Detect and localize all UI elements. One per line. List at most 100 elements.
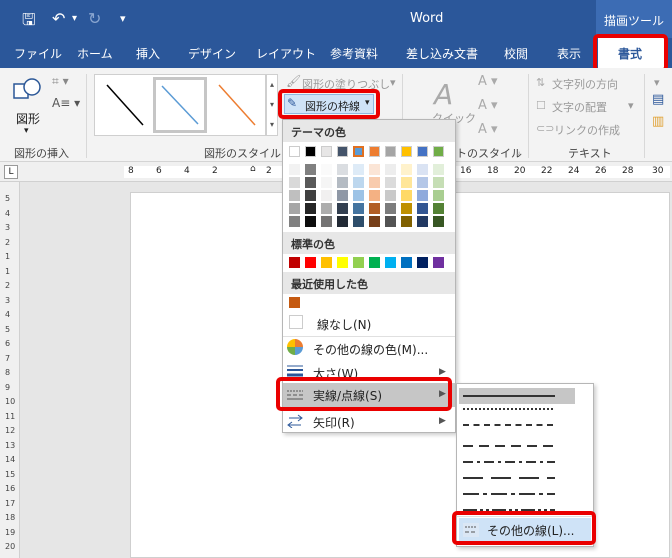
theme-color-shade-swatch[interactable] (369, 190, 380, 201)
theme-color-shade-swatch[interactable] (417, 177, 428, 188)
tab-mailings[interactable]: 差し込み文書 (406, 45, 478, 62)
theme-color-shade-swatch[interactable] (353, 164, 364, 175)
tab-selector[interactable]: L (4, 165, 18, 179)
standard-color-swatch[interactable] (337, 257, 348, 268)
long-dash-dot-option[interactable] (463, 486, 555, 500)
dash-round-dot-option[interactable] (463, 408, 553, 410)
standard-color-swatch[interactable] (321, 257, 332, 268)
theme-color-shade-swatch[interactable] (401, 177, 412, 188)
theme-color-shade-swatch[interactable] (321, 164, 332, 175)
theme-color-shade-swatch[interactable] (385, 177, 396, 188)
save-icon[interactable]: 🖫 (22, 9, 36, 36)
indent-marker-icon[interactable]: ⌂ (250, 164, 256, 174)
standard-color-swatch[interactable] (417, 257, 428, 268)
theme-color-shade-swatch[interactable] (369, 216, 380, 227)
theme-color-shade-swatch[interactable] (369, 203, 380, 214)
theme-color-swatch[interactable] (305, 146, 316, 157)
theme-color-shade-swatch[interactable] (401, 203, 412, 214)
theme-color-swatch[interactable] (369, 146, 380, 157)
style-black-line[interactable] (97, 77, 151, 133)
wrap-text-icon[interactable]: ▥ (652, 114, 664, 129)
theme-color-shade-swatch[interactable] (289, 177, 300, 188)
tab-insert[interactable]: 挿入 (136, 45, 160, 62)
theme-color-swatch[interactable] (321, 146, 332, 157)
theme-color-shade-swatch[interactable] (385, 164, 396, 175)
standard-color-swatch[interactable] (385, 257, 396, 268)
theme-color-shade-swatch[interactable] (433, 177, 444, 188)
theme-color-shade-swatch[interactable] (433, 164, 444, 175)
theme-color-shade-swatch[interactable] (417, 190, 428, 201)
align-text-button[interactable]: 文字の配置 (552, 99, 607, 115)
tab-file[interactable]: ファイル (14, 45, 62, 62)
tab-view[interactable]: 表示 (557, 45, 581, 62)
theme-color-shade-swatch[interactable] (353, 177, 364, 188)
theme-color-shade-swatch[interactable] (369, 177, 380, 188)
theme-color-shade-swatch[interactable] (401, 164, 412, 175)
theme-color-swatch[interactable] (289, 146, 300, 157)
textbox-icon[interactable]: A≡ ▾ (52, 96, 80, 110)
theme-color-shade-swatch[interactable] (385, 203, 396, 214)
tab-home[interactable]: ホーム (77, 45, 113, 62)
dash-dash-option[interactable] (463, 438, 555, 452)
shapes-dropdown-icon[interactable]: ▾ (24, 126, 29, 136)
text-direction-dropdown-icon[interactable]: ▾ (654, 76, 660, 89)
theme-color-shade-swatch[interactable] (305, 190, 316, 201)
text-direction-button[interactable]: 文字列の方向 (552, 76, 618, 92)
theme-color-swatch[interactable] (385, 146, 396, 157)
align-text-dropdown-icon[interactable]: ▾ (628, 99, 634, 112)
shape-fill-icon[interactable]: 🖌 (286, 74, 301, 88)
theme-color-shade-swatch[interactable] (385, 216, 396, 227)
theme-color-shade-swatch[interactable] (321, 177, 332, 188)
theme-color-shade-swatch[interactable] (305, 164, 316, 175)
theme-color-shade-swatch[interactable] (369, 164, 380, 175)
theme-color-shade-swatch[interactable] (337, 164, 348, 175)
theme-color-shade-swatch[interactable] (337, 177, 348, 188)
undo-icon[interactable]: ↶ (52, 9, 65, 28)
theme-color-shade-swatch[interactable] (289, 203, 300, 214)
theme-color-shade-swatch[interactable] (305, 177, 316, 188)
tab-design[interactable]: デザイン (188, 45, 236, 62)
theme-color-shade-swatch[interactable] (401, 190, 412, 201)
standard-color-swatch[interactable] (433, 257, 444, 268)
text-effects-icon[interactable]: A ▾ (478, 122, 498, 137)
no-line-item[interactable]: 線なし(N) (317, 316, 371, 333)
theme-color-shade-swatch[interactable] (433, 216, 444, 227)
theme-color-swatch[interactable] (433, 146, 444, 157)
theme-color-shade-swatch[interactable] (337, 216, 348, 227)
tab-layout[interactable]: レイアウト (256, 45, 316, 62)
theme-color-shade-swatch[interactable] (433, 203, 444, 214)
text-outline-icon[interactable]: A ▾ (478, 98, 498, 113)
gallery-scroll[interactable]: ▴ ▾ ▾ (266, 74, 278, 136)
shape-fill-dropdown-icon[interactable]: ▾ (390, 76, 396, 89)
more-line-colors-item[interactable]: その他の線の色(M)... (313, 341, 428, 358)
style-orange-line[interactable] (209, 77, 263, 133)
style-blue-line[interactable] (153, 77, 207, 133)
theme-color-swatch[interactable] (401, 146, 412, 157)
theme-color-shade-swatch[interactable] (321, 203, 332, 214)
theme-color-shade-swatch[interactable] (321, 216, 332, 227)
theme-color-shade-swatch[interactable] (353, 203, 364, 214)
theme-color-shade-swatch[interactable] (289, 216, 300, 227)
dash-square-dot-option[interactable] (463, 424, 553, 426)
wordart-a-icon[interactable]: A (434, 78, 453, 111)
theme-color-shade-swatch[interactable] (337, 190, 348, 201)
recent-color-swatch[interactable] (289, 297, 300, 308)
redo-icon[interactable]: ↻ (88, 9, 101, 28)
theme-color-shade-swatch[interactable] (401, 216, 412, 227)
theme-color-swatch[interactable] (417, 146, 428, 157)
theme-color-shade-swatch[interactable] (417, 216, 428, 227)
dash-solid-option[interactable] (459, 388, 575, 404)
tab-review[interactable]: 校閲 (504, 45, 528, 62)
dialog-launcher-icon[interactable]: ⌟ (516, 147, 520, 157)
standard-color-swatch[interactable] (289, 257, 300, 268)
standard-color-swatch[interactable] (353, 257, 364, 268)
theme-color-shade-swatch[interactable] (353, 216, 364, 227)
theme-color-shade-swatch[interactable] (289, 164, 300, 175)
theme-color-swatch[interactable] (337, 146, 348, 157)
arrows-item[interactable]: 矢印(R) (313, 414, 355, 431)
position-icon[interactable]: ▤ (652, 92, 664, 107)
customize-qat-icon[interactable]: ▾ (120, 12, 126, 25)
text-fill-icon[interactable]: A ▾ (478, 74, 498, 89)
theme-color-shade-swatch[interactable] (337, 203, 348, 214)
theme-color-shade-swatch[interactable] (433, 190, 444, 201)
